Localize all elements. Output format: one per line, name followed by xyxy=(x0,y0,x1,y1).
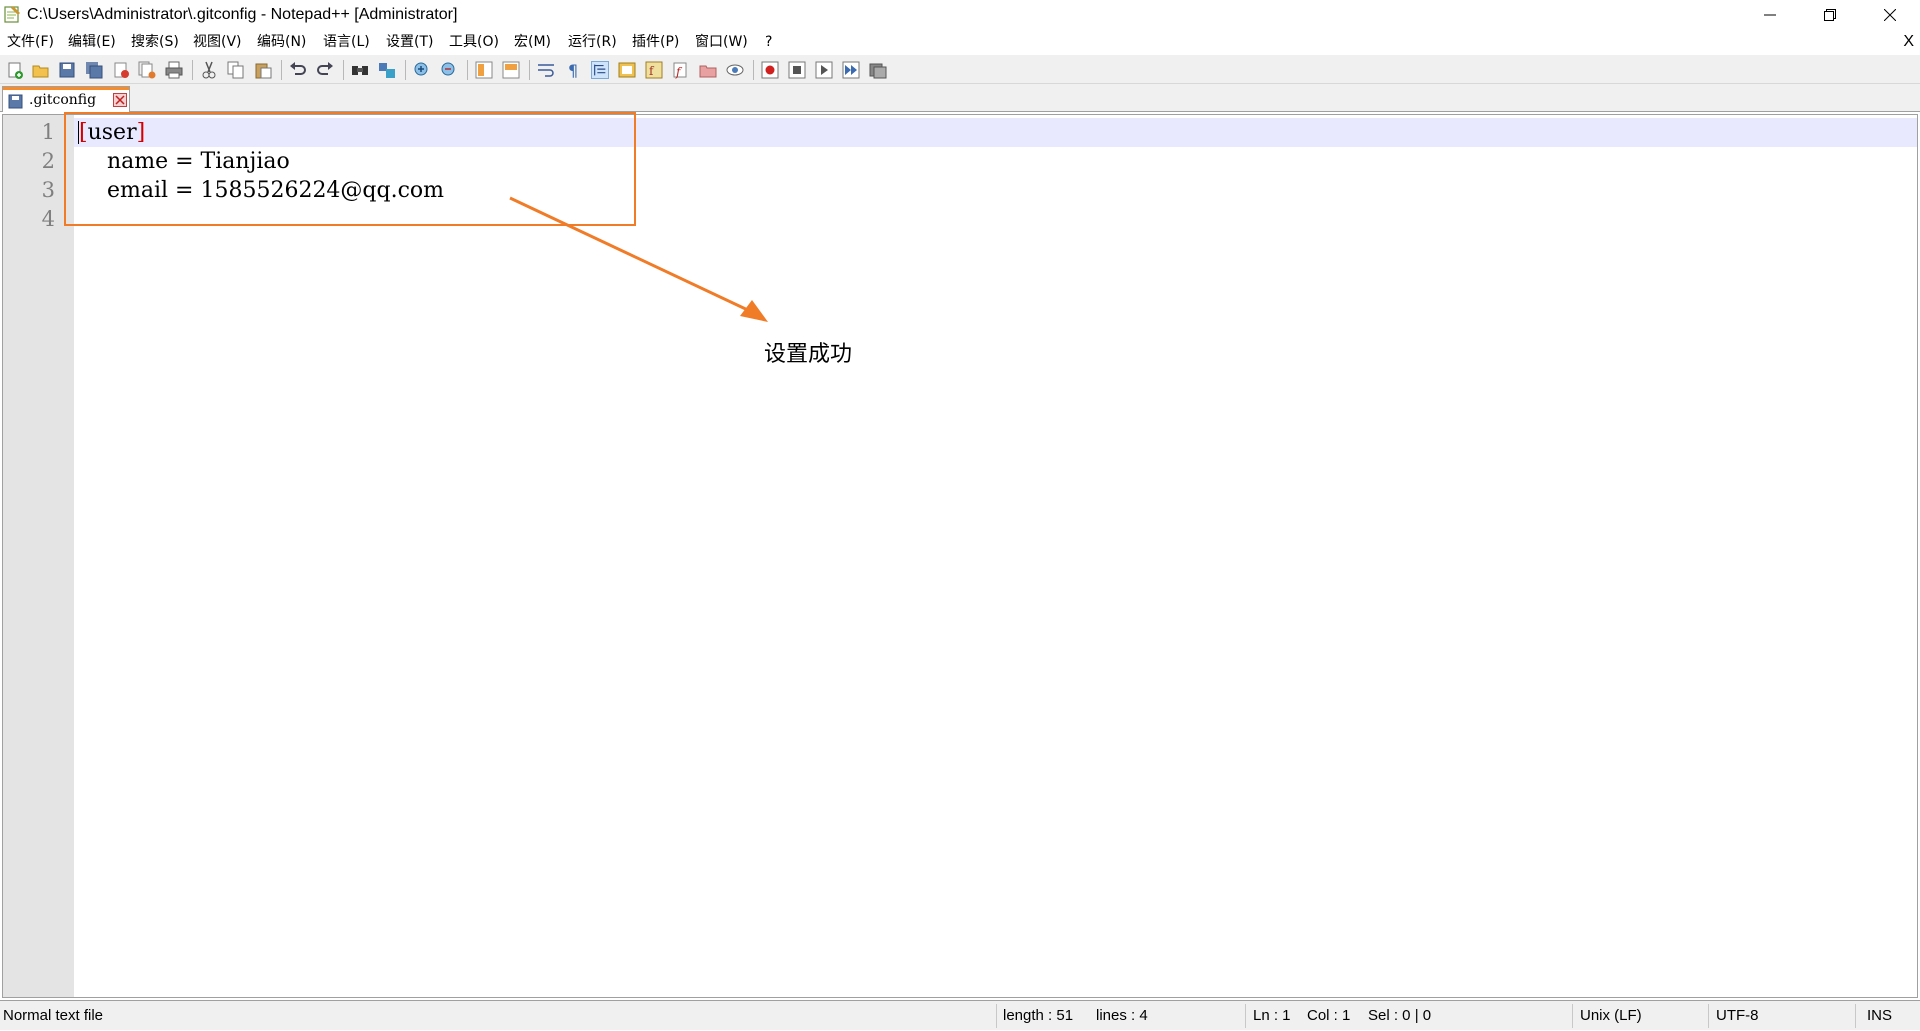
status-lines: lines : 4 xyxy=(1096,1007,1148,1024)
status-separator xyxy=(1708,1004,1709,1028)
status-separator xyxy=(996,1004,997,1028)
annotation-callout: 设置成功 xyxy=(764,342,853,367)
status-bar: Normal text file length : 51 lines : 4 L… xyxy=(0,1000,1920,1030)
status-column: Col : 1 xyxy=(1307,1007,1351,1024)
annotation-arrow xyxy=(509,196,768,322)
status-eol[interactable]: Unix (LF) xyxy=(1580,1001,1642,1031)
status-separator xyxy=(1855,1004,1856,1028)
status-separator xyxy=(1572,1004,1573,1028)
status-separator xyxy=(1245,1004,1246,1028)
status-line-number: Ln : 1 xyxy=(1253,1007,1291,1024)
status-encoding[interactable]: UTF-8 xyxy=(1716,1001,1759,1031)
status-length: length : 51 xyxy=(1003,1007,1074,1024)
status-insert-mode[interactable]: INS xyxy=(1867,1001,1892,1031)
status-file-type: Normal text file xyxy=(3,1007,104,1024)
status-selection: Sel : 0 | 0 xyxy=(1368,1007,1432,1024)
